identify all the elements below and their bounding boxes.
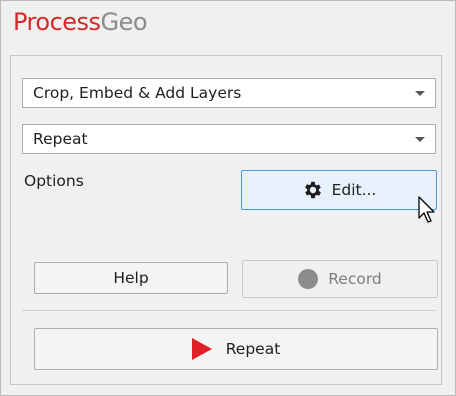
help-button[interactable]: Help — [34, 262, 228, 294]
options-label: Options — [24, 172, 84, 190]
mode-dropdown-value: Repeat — [33, 130, 88, 148]
preset-dropdown[interactable]: Crop, Embed & Add Layers — [22, 78, 436, 108]
record-label: Record — [328, 270, 382, 288]
brand-part2: Geo — [100, 8, 148, 36]
edit-options-label: Edit... — [331, 181, 377, 199]
chevron-down-icon — [415, 137, 425, 142]
gear-icon — [302, 179, 324, 201]
mouse-pointer-icon — [418, 196, 436, 228]
repeat-label: Repeat — [225, 340, 281, 358]
help-label: Help — [113, 269, 149, 287]
record-button[interactable]: Record — [242, 260, 438, 298]
play-icon — [191, 338, 212, 360]
record-dot-icon — [298, 269, 319, 289]
mode-dropdown[interactable]: Repeat — [22, 124, 436, 154]
chevron-down-icon — [415, 91, 425, 96]
app-logo: ProcessGeo — [13, 8, 148, 36]
preset-dropdown-value: Crop, Embed & Add Layers — [33, 84, 242, 102]
brand-part1: Process — [13, 8, 101, 36]
title-bar: ProcessGeo — [1, 1, 455, 47]
divider — [22, 310, 436, 311]
edit-options-button[interactable]: Edit... — [241, 170, 437, 210]
repeat-button[interactable]: Repeat — [34, 328, 438, 370]
